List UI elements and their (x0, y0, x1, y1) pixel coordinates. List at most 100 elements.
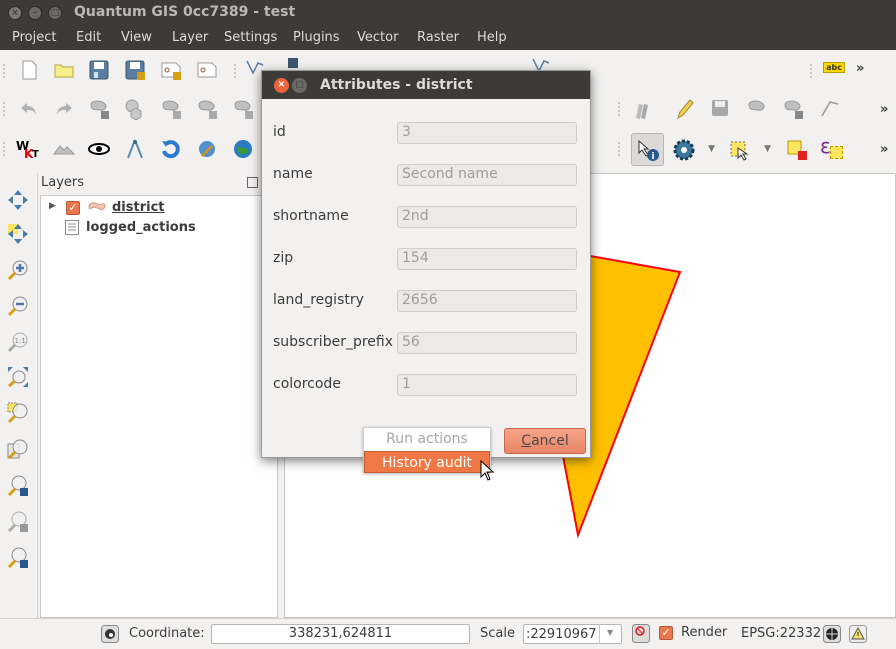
open-project-icon[interactable] (53, 59, 75, 81)
toggle-extents-icon[interactable] (101, 625, 119, 643)
node-tool-icon[interactable] (818, 98, 840, 120)
dialog-titlebar: × □ Attributes - district (262, 71, 590, 99)
toolbar-grip[interactable] (810, 64, 814, 78)
select-by-expression-icon[interactable]: ε (820, 134, 848, 162)
dialog-maximize-button[interactable]: □ (292, 78, 307, 93)
menu-item-history-audit[interactable]: History audit (364, 451, 490, 473)
composer-manager-icon[interactable] (196, 59, 218, 81)
field-input-zip[interactable]: 154 (397, 248, 577, 270)
select-features-icon[interactable] (728, 139, 750, 161)
menu-layer[interactable]: Layer (172, 30, 208, 45)
toolbar-grip[interactable] (3, 142, 7, 156)
redo-icon[interactable] (53, 98, 75, 120)
add-part-icon[interactable] (196, 98, 218, 120)
menu-raster[interactable]: Raster (417, 30, 459, 45)
window-minimize-button[interactable]: – (28, 6, 42, 20)
layer-visibility-checkbox[interactable]: ✓ (66, 201, 80, 215)
window-maximize-button[interactable]: □ (48, 6, 62, 20)
layer-item-logged-actions[interactable]: logged_actions (41, 218, 277, 238)
undo-icon[interactable] (18, 98, 40, 120)
refresh-icon[interactable] (160, 138, 182, 160)
zoom-in-icon[interactable] (7, 259, 29, 281)
toolbar-grip[interactable] (3, 64, 7, 78)
toolbar-grip[interactable] (3, 102, 7, 116)
save-as-icon[interactable] (124, 59, 146, 81)
window-close-button[interactable]: × (8, 6, 22, 20)
render-label: Render (681, 625, 728, 640)
stop-render-icon[interactable] (632, 624, 650, 643)
identify-features-button[interactable]: i (631, 133, 664, 166)
save-project-icon[interactable] (88, 59, 110, 81)
current-edits-icon[interactable] (632, 98, 654, 120)
field-input-id[interactable]: 3 (397, 122, 577, 144)
menu-project[interactable]: Project (12, 30, 56, 45)
field-input-name[interactable]: Second name (397, 164, 577, 186)
wkt-icon[interactable]: WKT (16, 139, 42, 163)
field-input-shortname[interactable]: 2nd (397, 206, 577, 228)
add-ring-icon[interactable] (160, 98, 182, 120)
expand-arrow-icon[interactable]: ▶ (49, 201, 56, 211)
chevron-down-icon[interactable]: ▼ (708, 144, 715, 154)
new-project-icon[interactable] (18, 59, 40, 81)
zoom-to-selection-icon[interactable] (7, 402, 29, 424)
scale-combobox[interactable]: :22910967 ▼ (523, 624, 622, 644)
menu-plugins[interactable]: Plugins (293, 30, 340, 45)
label-tool-icon[interactable]: abc (823, 62, 845, 73)
gps-tools-icon[interactable] (196, 138, 218, 160)
run-feature-action-icon[interactable] (673, 139, 695, 161)
add-feature-icon[interactable] (746, 98, 768, 120)
rotate-feature-icon[interactable] (88, 98, 110, 120)
chevron-down-icon[interactable]: ▼ (764, 144, 771, 154)
menu-settings[interactable]: Settings (224, 30, 277, 45)
simplify-feature-icon[interactable] (124, 98, 146, 120)
measure-icon[interactable] (124, 138, 146, 160)
undock-panel-button[interactable] (247, 177, 258, 188)
globe-icon[interactable] (232, 138, 254, 160)
render-checkbox[interactable]: ✓ (659, 626, 673, 640)
field-input-colorcode[interactable]: 1 (397, 374, 577, 396)
pan-icon[interactable] (7, 189, 29, 211)
layer-name: district (112, 200, 165, 215)
polygon-layer-icon (88, 202, 106, 210)
coordinate-field[interactable]: 338231,624811 (211, 624, 470, 644)
zoom-out-icon[interactable] (7, 295, 29, 317)
toolbar-overflow-button[interactable]: » (880, 102, 888, 117)
deselect-features-icon[interactable] (786, 139, 808, 161)
toggle-editing-icon[interactable] (674, 98, 696, 120)
save-layer-edits-icon[interactable] (710, 98, 732, 120)
field-input-subscriber-prefix[interactable]: 56 (397, 332, 577, 354)
chevron-down-icon[interactable]: ▼ (607, 628, 613, 637)
toolbar-grip[interactable] (618, 102, 622, 116)
menu-edit[interactable]: Edit (76, 30, 101, 45)
new-print-composer-icon[interactable] (160, 59, 182, 81)
zoom-last-icon[interactable] (7, 475, 29, 497)
layer-item-district[interactable]: ▶ ✓ district (41, 198, 277, 218)
layer-name: logged_actions (86, 220, 196, 235)
pan-to-selection-icon[interactable] (7, 223, 29, 245)
zoom-full-icon[interactable] (7, 366, 29, 388)
dialog-close-button[interactable]: × (274, 78, 289, 93)
menu-vector[interactable]: Vector (357, 30, 398, 45)
zoom-to-layer-icon[interactable] (7, 438, 29, 460)
window-titlebar: × – □ Quantum GIS 0cc7389 - test (0, 0, 896, 26)
menu-view[interactable]: View (121, 30, 152, 45)
move-feature-icon[interactable] (782, 98, 804, 120)
close-icon: × (11, 8, 19, 18)
toolbar-overflow-button[interactable]: » (880, 142, 888, 157)
crs-status[interactable]: EPSG:22332 (741, 626, 821, 641)
eye-icon[interactable] (88, 138, 110, 160)
zoom-next-icon[interactable] (7, 511, 29, 533)
projection-icon[interactable] (823, 625, 841, 643)
terrain-icon[interactable] (53, 138, 75, 160)
toolbar-overflow-button[interactable]: » (856, 61, 864, 76)
cancel-button[interactable]: Cancel (504, 428, 586, 454)
refresh-map-icon[interactable] (7, 547, 29, 569)
toolbar-grip[interactable] (234, 64, 238, 78)
delete-ring-icon[interactable] (232, 98, 254, 120)
warning-icon[interactable] (849, 625, 867, 643)
toolbar-grip[interactable] (618, 142, 622, 156)
zoom-native-resolution-icon[interactable]: 1:1 (7, 331, 29, 353)
menu-help[interactable]: Help (477, 30, 507, 45)
field-input-land-registry[interactable]: 2656 (397, 290, 577, 312)
menu-item-run-actions[interactable]: Run actions (364, 428, 490, 450)
